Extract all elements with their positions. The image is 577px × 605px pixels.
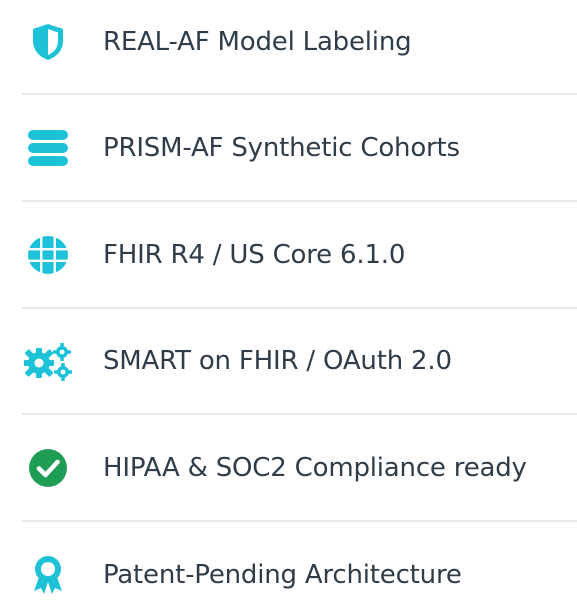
feature-label: PRISM-AF Synthetic Cohorts bbox=[103, 133, 460, 163]
divider bbox=[22, 307, 577, 309]
list-item: PRISM-AF Synthetic Cohorts bbox=[0, 118, 577, 178]
list-item: HIPAA & SOC2 Compliance ready bbox=[0, 438, 577, 498]
gears-icon bbox=[22, 341, 74, 381]
divider bbox=[22, 413, 577, 415]
list-item: REAL-AF Model Labeling bbox=[0, 12, 577, 72]
feature-label: FHIR R4 / US Core 6.1.0 bbox=[103, 240, 406, 270]
list-item: Patent-Pending Architecture bbox=[0, 545, 577, 605]
list-item: FHIR R4 / US Core 6.1.0 bbox=[0, 225, 577, 285]
feature-list: REAL-AF Model Labeling PRISM-AF Syntheti… bbox=[0, 0, 577, 596]
feature-label: REAL-AF Model Labeling bbox=[103, 27, 412, 57]
list-item: SMART on FHIR / OAuth 2.0 bbox=[0, 331, 577, 391]
check-circle-icon bbox=[22, 448, 74, 488]
globe-icon bbox=[22, 235, 74, 275]
feature-label: HIPAA & SOC2 Compliance ready bbox=[103, 453, 527, 483]
feature-label: SMART on FHIR / OAuth 2.0 bbox=[103, 346, 452, 376]
award-icon bbox=[22, 555, 74, 595]
divider bbox=[22, 93, 577, 95]
divider bbox=[22, 200, 577, 202]
database-icon bbox=[22, 128, 74, 168]
shield-icon bbox=[22, 22, 74, 62]
divider bbox=[22, 520, 577, 522]
feature-label: Patent-Pending Architecture bbox=[103, 560, 462, 590]
